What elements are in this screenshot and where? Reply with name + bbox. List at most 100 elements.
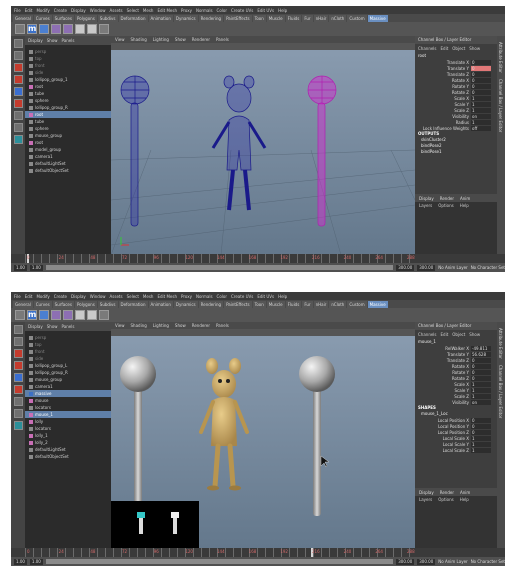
channel-value-field[interactable]: 0 xyxy=(471,363,491,369)
channel-value-field[interactable]: 1 xyxy=(471,95,491,101)
scale-tool-icon[interactable] xyxy=(13,385,23,394)
menu-item[interactable]: Color xyxy=(217,294,227,299)
layer-tab[interactable]: Anim xyxy=(460,196,470,201)
menu-item[interactable]: Edit UVs xyxy=(257,294,274,299)
menu-item[interactable]: Color xyxy=(217,8,227,13)
outliner-item[interactable]: lollipop_group_R xyxy=(25,369,111,376)
shelf-tab[interactable]: Curves xyxy=(33,14,52,22)
menu-item[interactable]: Create UVs xyxy=(231,8,253,13)
shelf-tab[interactable]: Animation xyxy=(148,300,173,308)
shape-channel-row[interactable]: Local Position Z0 xyxy=(415,429,497,435)
channel-value-field[interactable]: 0 xyxy=(471,89,491,95)
shape-channel-row[interactable]: Local Scale Y1 xyxy=(415,441,497,447)
outliner-menu-item[interactable]: Display xyxy=(28,324,43,329)
select-tool-icon[interactable] xyxy=(15,24,25,34)
channel-row[interactable]: Scale Z1 xyxy=(415,107,497,113)
channel-value-field[interactable]: 0 xyxy=(471,417,491,423)
channel-value-field[interactable]: 1 xyxy=(471,441,491,447)
playback-end-field[interactable]: 300.00 xyxy=(396,558,415,565)
range-slider-bar[interactable] xyxy=(45,265,394,270)
outliner-item[interactable]: sphere xyxy=(25,125,111,132)
layer-menu-item[interactable]: Options xyxy=(438,203,453,208)
channel-row[interactable]: Radius 1 xyxy=(415,119,497,125)
viewport-menu-item[interactable]: Renderer xyxy=(192,37,210,42)
channel-row[interactable]: Translate X0 xyxy=(415,59,497,65)
rotate-tool-icon[interactable] xyxy=(13,373,23,382)
channel-row[interactable]: Translate Y 56.628 xyxy=(415,351,497,357)
viewport-menu-item[interactable]: Lighting xyxy=(153,37,169,42)
channel-menu-item[interactable]: Show xyxy=(469,332,480,337)
viewport-menu-item[interactable]: Shading xyxy=(131,37,147,42)
layer-tab[interactable]: Display xyxy=(419,490,434,495)
menu-item[interactable]: Edit xyxy=(25,294,33,299)
viewport-menu-item[interactable]: Shading xyxy=(131,323,147,328)
outliner-item[interactable]: front xyxy=(25,348,111,355)
menu-item[interactable]: Edit Mesh xyxy=(157,294,177,299)
range-slider-bar[interactable] xyxy=(45,559,394,564)
channel-row[interactable]: Rotate X0 xyxy=(415,363,497,369)
channel-value-field[interactable]: 0 xyxy=(471,83,491,89)
menu-item[interactable]: File xyxy=(14,294,21,299)
channel-value-field[interactable]: 0 xyxy=(471,77,491,83)
massive-icon[interactable]: m xyxy=(27,310,37,320)
shelf-tab[interactable]: Curves xyxy=(33,300,52,308)
channel-row[interactable]: Rotate Z0 xyxy=(415,375,497,381)
viewport-menu-item[interactable]: Show xyxy=(175,323,186,328)
menu-item[interactable]: File xyxy=(14,8,21,13)
shelf-tab[interactable]: Surfaces xyxy=(52,14,74,22)
shelf-tab[interactable]: General xyxy=(13,14,33,22)
outliner-item[interactable]: camera1 xyxy=(25,383,111,390)
outliner-item[interactable]: mouse_1 xyxy=(25,411,111,418)
outliner-item[interactable]: lollipop_group_L xyxy=(25,362,111,369)
lasso-tool-icon[interactable] xyxy=(13,51,23,60)
channel-menu-item[interactable]: Show xyxy=(469,46,480,51)
character-set-selector[interactable]: No Character Set xyxy=(471,559,505,564)
channel-row[interactable]: Scale X1 xyxy=(415,95,497,101)
end-time-field[interactable]: 300.00 xyxy=(417,558,436,565)
layout-icon[interactable] xyxy=(13,409,23,418)
layer-tab[interactable]: Display xyxy=(419,196,434,201)
channel-menu-item[interactable]: Channels xyxy=(418,46,437,51)
outliner-item[interactable]: persp xyxy=(25,48,111,55)
menu-item[interactable]: Edit Mesh xyxy=(157,8,177,13)
channel-value-field[interactable]: 1 xyxy=(471,435,491,441)
channel-menu-item[interactable]: Object xyxy=(452,46,465,51)
outliner-item[interactable]: massive xyxy=(25,390,111,397)
menu-item[interactable]: Edit UVs xyxy=(257,8,274,13)
shelf-tab[interactable]: Fluids xyxy=(285,300,302,308)
channel-row[interactable]: RelWalker X -49.811 xyxy=(415,345,497,351)
outliner-item[interactable]: root xyxy=(25,139,111,146)
menu-item[interactable]: Create UVs xyxy=(231,294,253,299)
outliner-item[interactable]: defaultLightSet xyxy=(25,160,111,167)
shelf-tab[interactable]: Custom xyxy=(347,14,367,22)
layer-tab[interactable]: Render xyxy=(440,490,454,495)
end-time-field[interactable]: 300.00 xyxy=(417,264,436,271)
locator-icon[interactable] xyxy=(75,24,85,34)
shelf-tab[interactable]: Toon xyxy=(252,14,266,22)
channel-menu-item[interactable]: Channels xyxy=(418,332,437,337)
shelf-tab[interactable]: Deformation xyxy=(118,300,148,308)
channel-value-field[interactable]: 0 xyxy=(471,369,491,375)
locator-icon[interactable] xyxy=(87,310,97,320)
channel-row[interactable]: Scale Z1 xyxy=(415,393,497,399)
select-tool-icon[interactable] xyxy=(13,325,23,334)
outliner-menu-item[interactable]: Display xyxy=(28,38,43,43)
shelf-tab[interactable]: Toon xyxy=(252,300,266,308)
channel-value-field[interactable]: on xyxy=(471,113,491,119)
layer-menu-item[interactable]: Help xyxy=(460,203,469,208)
channel-value-field[interactable]: 0 xyxy=(471,59,491,65)
channel-value-field[interactable]: 1 xyxy=(471,381,491,387)
menu-item[interactable]: Window xyxy=(90,8,106,13)
menu-item[interactable]: Normals xyxy=(196,8,213,13)
layer-tab[interactable]: Render xyxy=(440,196,454,201)
move-tool-icon[interactable] xyxy=(13,361,23,370)
time-slider[interactable]: 0 24 48 72 96 120 144 168 192 216 240 264 288 xyxy=(11,254,505,263)
channel-value-field[interactable]: 1 xyxy=(471,447,491,453)
outliner-item[interactable]: defaultObjectSet xyxy=(25,167,111,174)
layer-menu-item[interactable]: Help xyxy=(460,497,469,502)
agent-icon[interactable] xyxy=(63,310,73,320)
menu-item[interactable]: Proxy xyxy=(181,294,192,299)
menu-item[interactable]: Select xyxy=(127,294,139,299)
menu-item[interactable]: Window xyxy=(90,294,106,299)
channel-value-field[interactable]: 0 xyxy=(471,375,491,381)
